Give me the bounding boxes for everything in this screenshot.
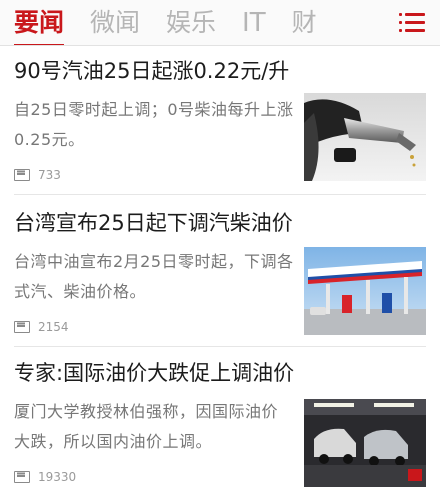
news-item[interactable]: 专家:国际油价大跌促上调油价 厦门大学教授林伯强称，因国际油价大跌，所以国内油价… xyxy=(0,349,440,497)
comment-count: 19330 xyxy=(38,470,77,484)
channel-tabs: 要闻 微闻 娱乐 IT 财 xyxy=(0,0,327,45)
news-thumbnail-cars-refueling[interactable] xyxy=(304,399,426,487)
tab-entertainment[interactable]: 娱乐 xyxy=(166,6,216,40)
comment-icon xyxy=(14,169,30,181)
news-meta: 2154 xyxy=(14,317,69,337)
cars-refueling-night-image xyxy=(304,399,426,487)
tab-weiwen[interactable]: 微闻 xyxy=(90,6,140,40)
news-meta: 19330 xyxy=(14,467,76,487)
comment-icon xyxy=(14,321,30,333)
news-title[interactable]: 专家:国际油价大跌促上调油价 xyxy=(14,359,434,387)
channel-tab-bar: 要闻 微闻 娱乐 IT 财 xyxy=(0,0,440,46)
divider xyxy=(14,346,426,347)
news-item[interactable]: 90号汽油25日起涨0.22元/升 自25日零时起上调；0号柴油每升上涨0.25… xyxy=(0,47,440,195)
comment-count: 733 xyxy=(38,168,61,182)
news-summary: 厦门大学教授林伯强称，因国际油价大跌，所以国内油价上调。 xyxy=(14,402,279,451)
news-title[interactable]: 90号汽油25日起涨0.22元/升 xyxy=(14,57,434,85)
comment-icon xyxy=(14,471,30,483)
fuel-nozzle-image xyxy=(304,93,426,181)
news-summary: 自25日零时起上调；0号柴油每升上涨0.25元。 xyxy=(14,100,294,149)
gas-station-image xyxy=(304,247,426,335)
news-thumbnail-fuel-nozzle[interactable] xyxy=(304,93,426,181)
menu-icon xyxy=(399,13,425,33)
tab-fade-overlay xyxy=(324,0,384,45)
news-meta: 733 xyxy=(14,165,61,185)
news-title[interactable]: 台湾宣布25日起下调汽柴油价 xyxy=(14,209,434,237)
comment-count: 2154 xyxy=(38,320,69,334)
channel-menu-button[interactable] xyxy=(384,0,440,45)
tab-headlines[interactable]: 要闻 xyxy=(14,6,65,45)
news-item[interactable]: 台湾宣布25日起下调汽柴油价 台湾中油宣布2月25日零时起，下调各式汽、柴油价格… xyxy=(0,199,440,347)
news-thumbnail-gas-station[interactable] xyxy=(304,247,426,335)
news-summary: 台湾中油宣布2月25日零时起，下调各式汽、柴油价格。 xyxy=(14,252,294,301)
tab-finance[interactable]: 财 xyxy=(292,6,317,40)
tab-it[interactable]: IT xyxy=(242,6,266,40)
divider xyxy=(14,194,426,195)
